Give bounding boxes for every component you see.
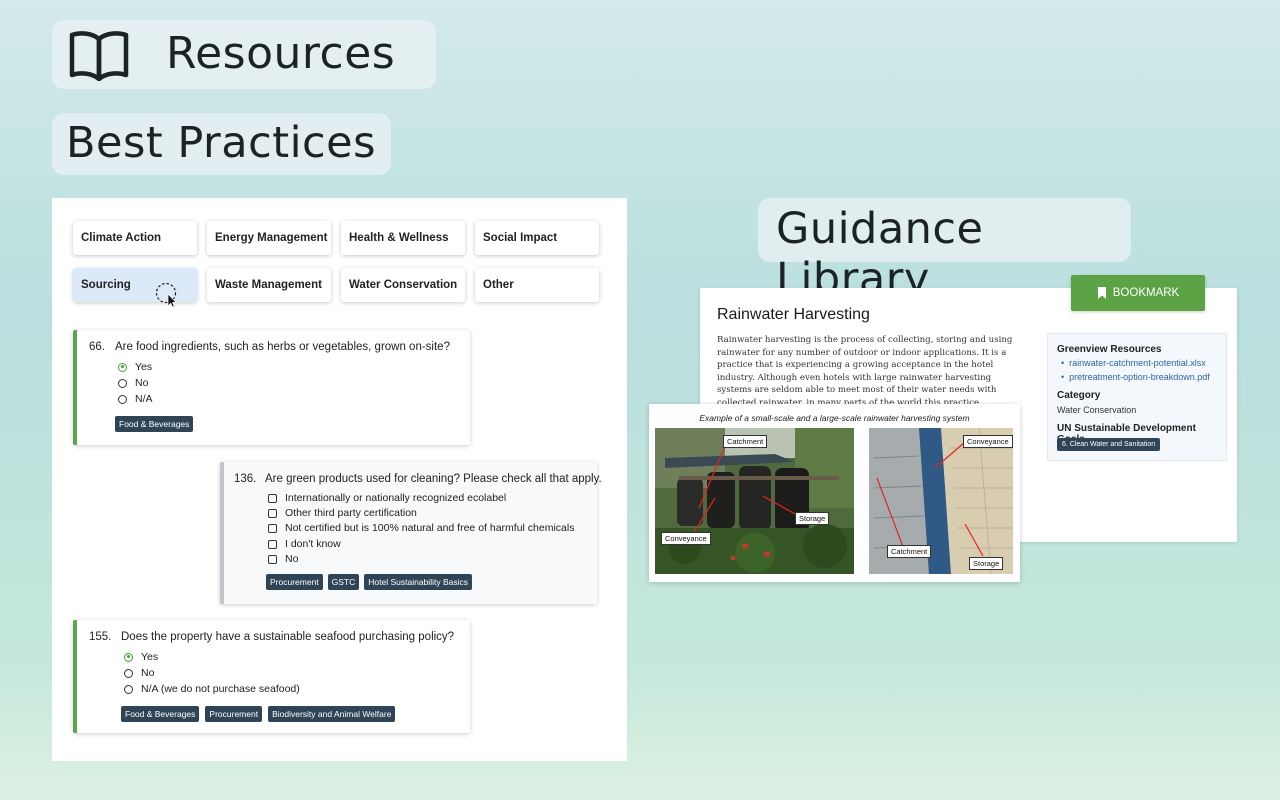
option-no[interactable]: No [124,667,154,679]
category-heading: Category [1057,390,1101,401]
bookmark-icon [1097,287,1106,299]
category-climate-action[interactable]: Climate Action [73,221,197,255]
resources-heading: Greenview Resources [1057,344,1162,355]
tag-list: Food & Beverages [115,416,194,432]
open-book-icon [69,31,129,81]
category-sourcing[interactable]: Sourcing [73,268,197,302]
checkbox-icon[interactable] [268,523,277,533]
label-conveyance: Conveyance [963,435,1013,448]
label-catchment: Catchment [887,545,932,558]
checkbox-icon[interactable] [268,508,277,518]
checkbox-option[interactable]: I don't know [268,538,341,550]
bookmark-label: BOOKMARK [1112,287,1180,299]
question-number: 136. [234,473,257,485]
option-label: Not certified but is 100% natural and fr… [285,522,575,534]
figure-caption: Example of a small-scale and a large-sca… [699,413,970,423]
radio-icon[interactable] [118,394,127,404]
category-energy-management[interactable]: Energy Management [207,221,331,255]
checkbox-icon[interactable] [268,493,277,503]
checkbox-option[interactable]: Not certified but is 100% natural and fr… [268,522,574,534]
option-yes[interactable]: Yes [124,651,158,663]
small-scale-system-photo: Catchment Storage Conveyance [655,428,854,574]
option-label: No [141,667,155,679]
resources-title: Resources [166,28,396,79]
tag[interactable]: Food & Beverages [121,706,200,722]
large-scale-system-photo: Conveyance Catchment Storage [869,428,1013,574]
option-label: Yes [141,651,159,663]
tag-list: Food & Beverages Procurement Biodiversit… [121,706,396,722]
option-label: N/A [135,393,153,405]
option-no[interactable]: No [118,377,148,389]
figure-card: Example of a small-scale and a large-sca… [649,404,1020,582]
option-label: Other third party certification [285,507,417,519]
option-label: No [285,553,299,565]
option-label: Internationally or nationally recognized… [285,492,507,504]
best-practices-panel: Climate Action Energy Management Health … [52,198,627,761]
best-practices-title: Best Practices [66,118,377,168]
checkbox-option[interactable]: Internationally or nationally recognized… [268,492,506,504]
question-text: Are food ingredients, such as herbs or v… [115,341,450,353]
tag[interactable]: Procurement [205,706,263,722]
tag[interactable]: Food & Beverages [115,416,194,432]
question-card-66: 66. Are food ingredients, such as herbs … [73,330,470,445]
radio-icon[interactable] [124,684,133,694]
tag[interactable]: Procurement [266,574,323,590]
option-label: N/A (we do not purchase seafood) [141,683,300,695]
option-label: I don't know [285,538,341,550]
question-text: Are green products used for cleaning? Pl… [265,473,602,485]
category-value: Water Conservation [1057,405,1137,415]
tag[interactable]: Hotel Sustainability Basics [364,574,472,590]
article-title: Rainwater Harvesting [717,306,870,323]
option-na[interactable]: N/A [118,393,153,405]
question-card-136: 136. Are green products used for cleanin… [220,462,602,604]
radio-icon[interactable] [118,378,127,388]
tag[interactable]: Biodiversity and Animal Welfare [268,706,396,722]
question-card-155: 155. Does the property have a sustainabl… [73,620,470,733]
best-practices-header: Best Practices [52,113,391,175]
label-conveyance: Conveyance [661,532,711,545]
option-label: Yes [135,361,153,373]
radio-selected-icon[interactable] [118,362,127,372]
resource-link-xlsx[interactable]: rainwater-catchment-potential.xlsx [1061,358,1206,368]
checkbox-icon[interactable] [268,554,277,564]
category-waste-management[interactable]: Waste Management [207,268,331,302]
question-number: 66. [89,341,105,353]
question-number: 155. [89,631,112,643]
checkbox-icon[interactable] [268,539,277,549]
category-other[interactable]: Other [475,268,599,302]
category-water-conservation[interactable]: Water Conservation [341,268,465,302]
bookmark-button[interactable]: BOOKMARK [1071,275,1205,311]
label-storage: Storage [969,557,1004,570]
small-scale-system-image [655,428,854,574]
resource-link-pdf[interactable]: pretreatment-option-breakdown.pdf [1061,372,1210,382]
option-na[interactable]: N/A (we do not purchase seafood) [124,683,300,695]
question-text: Does the property have a sustainable sea… [121,631,455,643]
option-label: No [135,377,149,389]
tag-list: Procurement GSTC Hotel Sustainability Ba… [266,574,472,590]
radio-selected-icon[interactable] [124,652,133,662]
category-social-impact[interactable]: Social Impact [475,221,599,255]
tag[interactable]: GSTC [327,574,360,590]
resources-header: Resources [52,20,436,89]
checkbox-option[interactable]: Other third party certification [268,507,417,519]
radio-icon[interactable] [124,668,133,678]
checkbox-option[interactable]: No [268,553,298,565]
option-yes[interactable]: Yes [118,361,152,373]
label-catchment: Catchment [723,435,768,448]
mouse-cursor-icon [155,283,177,307]
label-storage: Storage [795,512,830,525]
article-body: Rainwater harvesting is the process of c… [717,335,1013,408]
guidance-library-header: Guidance Library [758,198,1131,304]
sdg-tag[interactable]: 6. Clean Water and Sanitation [1057,438,1161,451]
category-health-wellness[interactable]: Health & Wellness [341,221,465,255]
article-sidebar: Greenview Resources rainwater-catchment-… [1047,333,1227,461]
